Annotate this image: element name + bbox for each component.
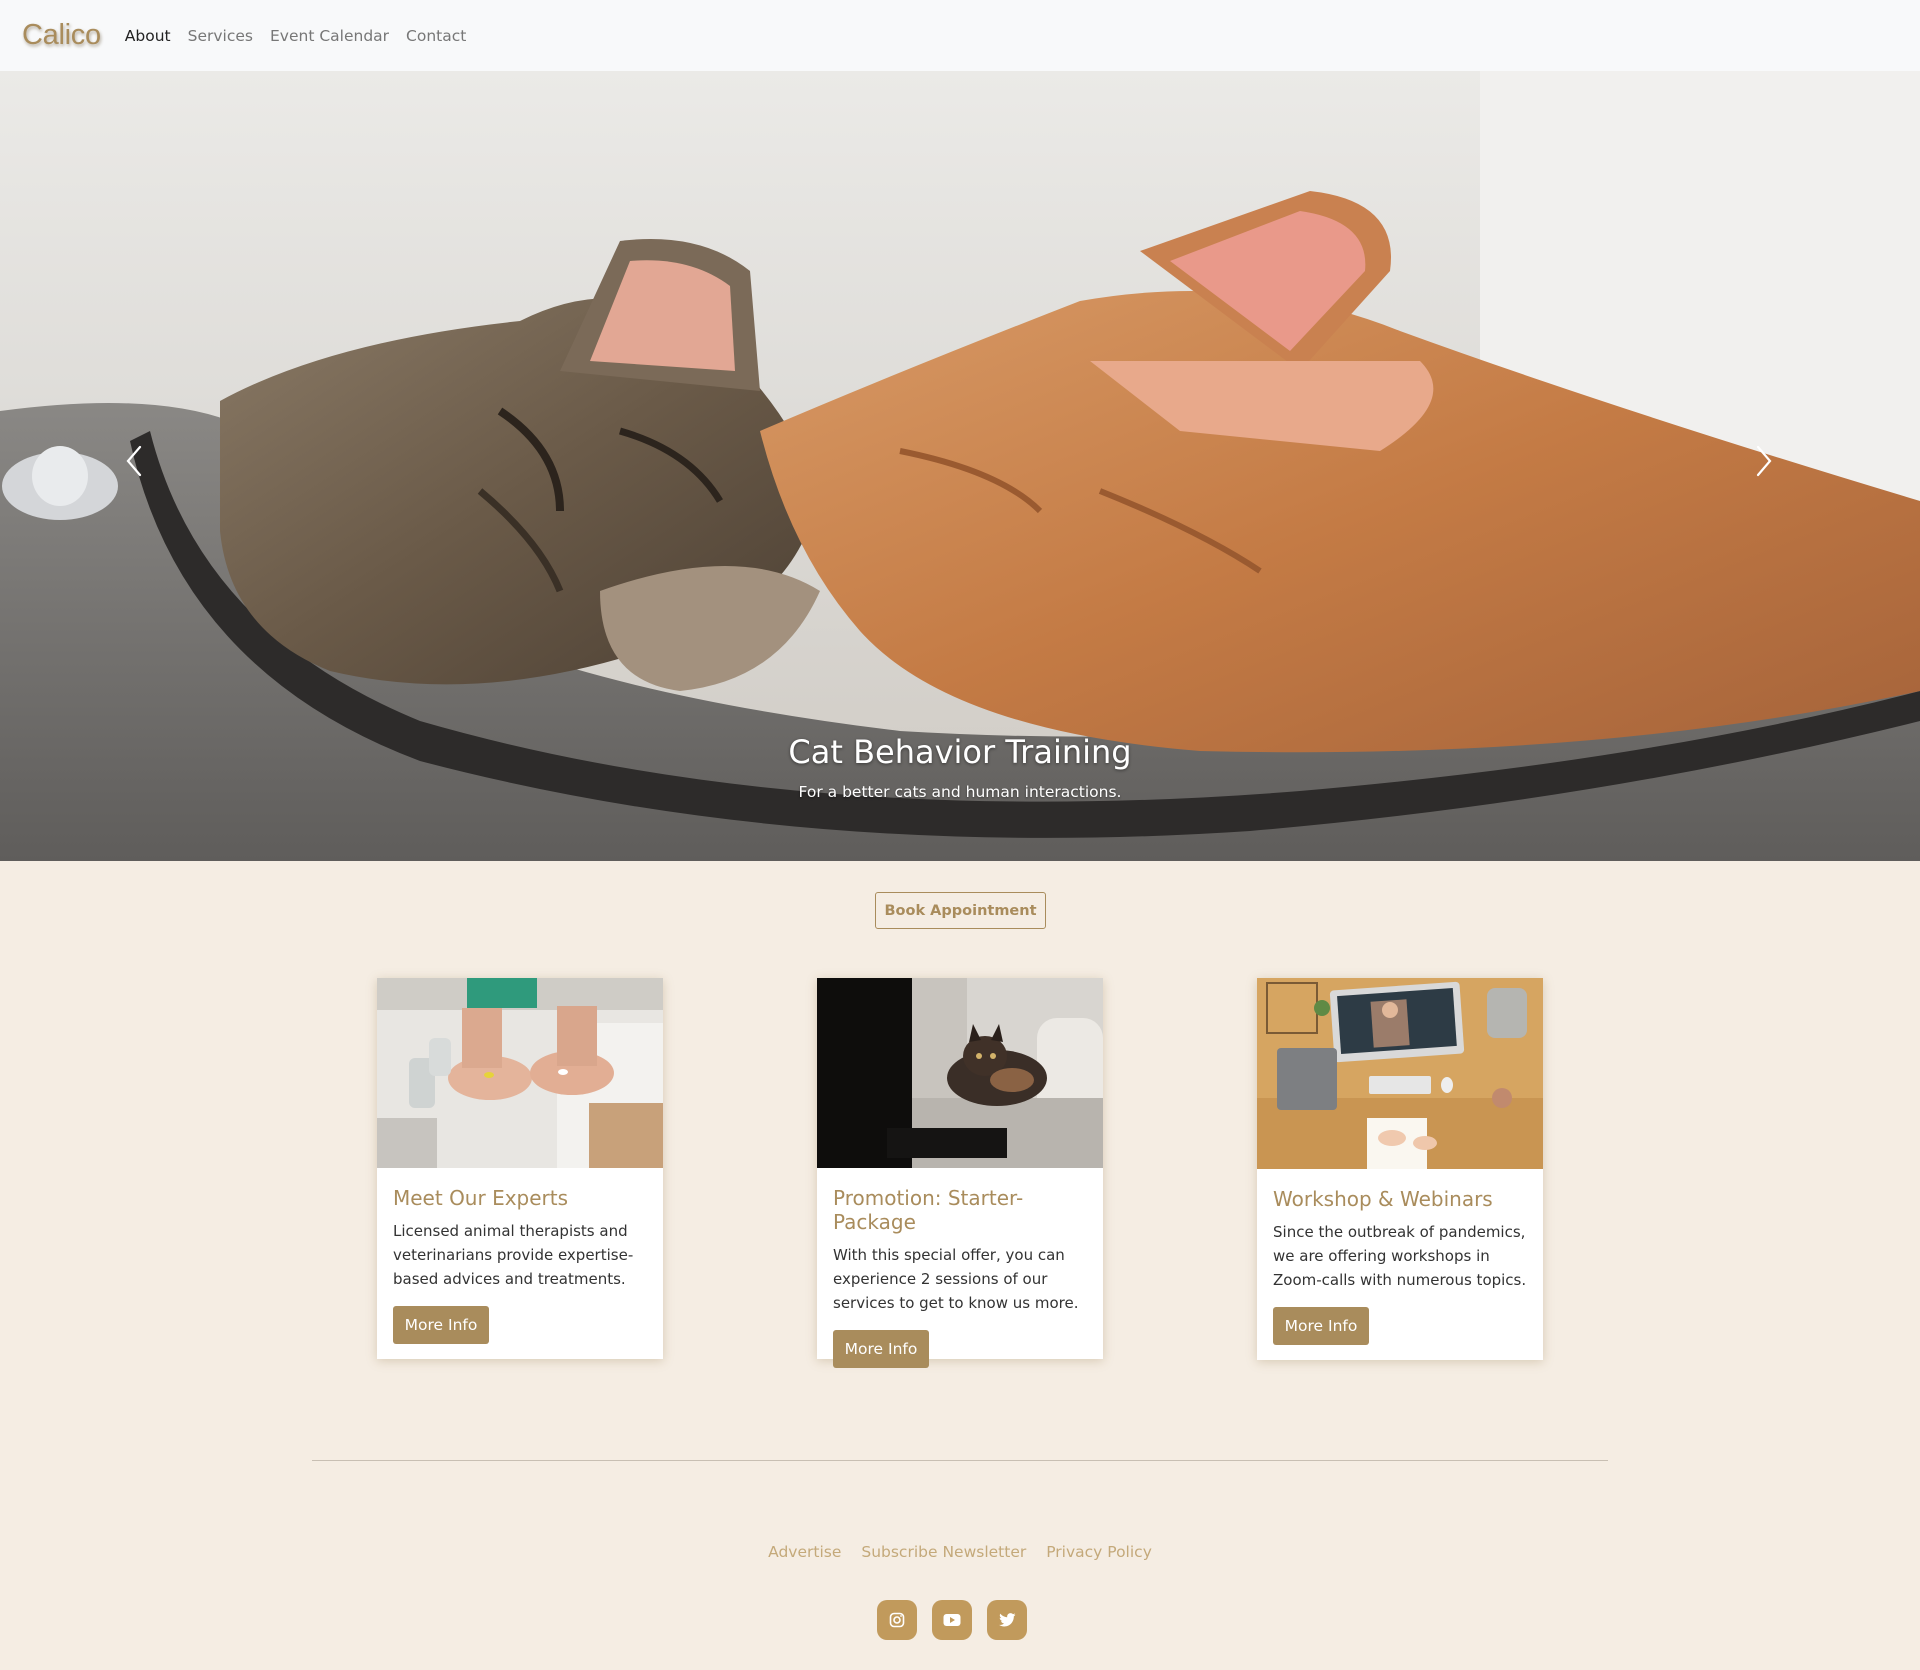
nav-link-about[interactable]: About	[125, 27, 171, 45]
brand-logo[interactable]: Calico	[22, 19, 101, 52]
instagram-button[interactable]	[877, 1600, 917, 1640]
card-text: With this special offer, you can experie…	[833, 1246, 1079, 1312]
more-info-button[interactable]: More Info	[1273, 1307, 1369, 1345]
twitter-button[interactable]	[987, 1600, 1027, 1640]
book-appointment-button[interactable]: Book Appointment	[875, 892, 1046, 929]
card-title: Promotion: Starter-Package	[833, 1186, 1024, 1234]
experts-image	[377, 978, 663, 1168]
youtube-icon	[943, 1614, 961, 1626]
nav-link-services[interactable]: Services	[188, 27, 253, 45]
social-links	[877, 1600, 1027, 1640]
carousel-prev-button[interactable]	[124, 444, 164, 484]
card-title: Meet Our Experts	[393, 1186, 569, 1210]
footer-link-advertise[interactable]: Advertise	[768, 1543, 841, 1561]
hero-title: Cat Behavior Training	[788, 733, 1132, 771]
footer-divider	[312, 1460, 1608, 1461]
workshop-image	[1257, 978, 1543, 1169]
chevron-left-icon	[126, 445, 142, 477]
hero-carousel: Cat Behavior Training For a better cats …	[0, 71, 1920, 861]
card-promotion-starter-package: Promotion: Starter-Package With this spe…	[817, 978, 1103, 1368]
navbar: Calico About Services Event Calendar Con…	[0, 0, 1920, 71]
footer-link-subscribe-newsletter[interactable]: Subscribe Newsletter	[861, 1543, 1026, 1561]
instagram-icon	[889, 1612, 905, 1628]
nav-link-contact[interactable]: Contact	[406, 27, 466, 45]
nav-link-event-calendar[interactable]: Event Calendar	[270, 27, 389, 45]
hero-subtitle: For a better cats and human interactions…	[798, 783, 1122, 801]
promotion-image	[817, 978, 1103, 1168]
carousel-next-button[interactable]	[1754, 444, 1794, 484]
more-info-button[interactable]: More Info	[833, 1330, 929, 1368]
card-text: Licensed animal therapists and veterinar…	[393, 1222, 634, 1288]
twitter-icon	[998, 1613, 1016, 1627]
card-workshop-webinars: Workshop & Webinars Since the outbreak o…	[1257, 978, 1543, 1360]
chevron-right-icon	[1756, 445, 1772, 477]
youtube-button[interactable]	[932, 1600, 972, 1640]
more-info-button[interactable]: More Info	[393, 1306, 489, 1344]
card-title: Workshop & Webinars	[1273, 1187, 1493, 1211]
footer-links: Advertise Subscribe Newsletter Privacy P…	[0, 1543, 1920, 1561]
card-meet-our-experts: Meet Our Experts Licensed animal therapi…	[377, 978, 663, 1359]
footer-link-privacy-policy[interactable]: Privacy Policy	[1046, 1543, 1152, 1561]
card-text: Since the outbreak of pandemics, we are …	[1273, 1223, 1527, 1289]
